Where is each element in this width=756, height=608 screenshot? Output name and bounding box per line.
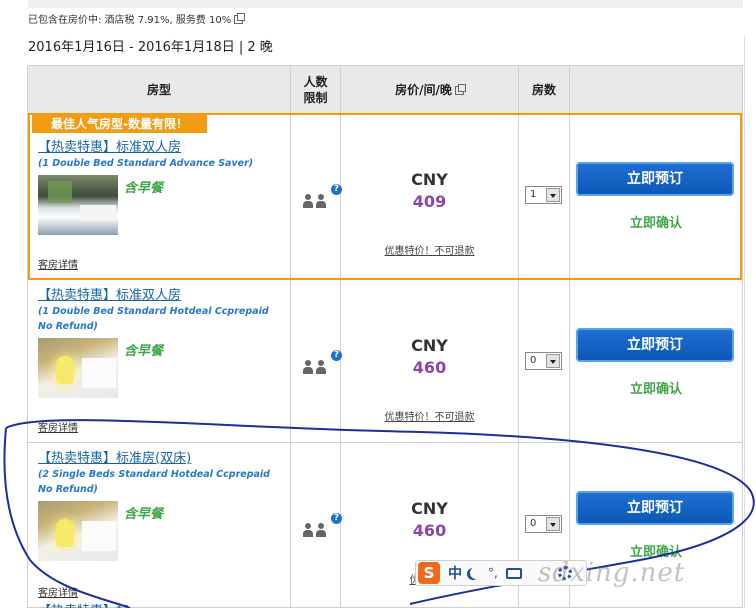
watermark: sdxing.net	[538, 558, 686, 588]
occupancy-cell: ?	[290, 279, 343, 443]
qty-value: 1	[530, 189, 537, 200]
book-cell: 立即预订 立即确认	[569, 113, 743, 280]
tax-note: 已包含在房价中: 酒店税 7.91%, 服务费 10%	[28, 11, 246, 26]
next-room-name[interactable]: 【热卖特惠】标	[38, 600, 129, 608]
room-photo[interactable]	[38, 338, 118, 398]
price-cell: CNY 409 优惠特价！不可退款	[340, 113, 519, 280]
currency: CNY	[411, 499, 448, 518]
room-details-link[interactable]: 客房详情	[38, 584, 78, 599]
currency: CNY	[411, 336, 448, 355]
table-header-row: 房型 人数限制 房价/间/晚 房数	[27, 65, 743, 114]
moon-icon[interactable]	[470, 567, 482, 579]
room-qty-select[interactable]: 1	[525, 186, 562, 204]
price-amount: 460	[412, 358, 447, 377]
ime-chinese-mode[interactable]: 中	[448, 563, 462, 583]
header-occupancy-text: 人数限制	[303, 74, 328, 105]
top-bar	[28, 0, 743, 8]
room-name-link[interactable]: 【热卖特惠】标准双人房	[38, 284, 282, 303]
room-photo[interactable]	[38, 175, 118, 235]
popup-icon[interactable]	[234, 13, 246, 24]
room-name-en: (1 Double Bed Standard Advance Saver)	[38, 158, 254, 169]
currency: CNY	[411, 170, 448, 189]
qty-cell: 0	[518, 279, 570, 443]
breakfast-label: 含早餐	[124, 181, 164, 196]
breakfast-label: 含早餐	[124, 507, 164, 522]
room-name-en: (2 Single Beds Standard Hotdeal Ccprepai…	[38, 469, 270, 495]
qty-value: 0	[530, 518, 537, 529]
keyboard-icon[interactable]	[505, 567, 522, 579]
book-cell: 立即预订 立即确认	[569, 279, 743, 443]
table-row: 【热卖特惠】标准双人房 (1 Double Bed Standard Hotde…	[27, 279, 743, 443]
header-room-type: 房型	[27, 65, 291, 114]
instant-confirm-label: 立即确认	[629, 216, 682, 231]
room-table: 房型 人数限制 房价/间/晚 房数 【热卖特惠】标准双人房 (1 Double …	[27, 65, 743, 608]
popular-room-ribbon: 最佳人气房型-数量有限！	[32, 115, 207, 133]
room-details-link[interactable]: 客房详情	[38, 256, 78, 271]
header-book	[569, 65, 743, 114]
header-occupancy: 人数限制	[290, 65, 341, 114]
breakfast-label: 含早餐	[124, 344, 164, 359]
room-details-link[interactable]: 客房详情	[38, 419, 78, 434]
qty-value: 0	[530, 355, 537, 366]
book-now-button[interactable]: 立即预订	[576, 491, 734, 525]
price-amount: 460	[412, 521, 447, 540]
book-now-button[interactable]: 立即预订	[576, 162, 734, 196]
policy-link[interactable]: 优惠特价！不可退款	[341, 242, 518, 257]
tax-note-text: 已包含在房价中: 酒店税 7.91%, 服务费 10%	[28, 15, 232, 26]
punctuation-mode[interactable]: °,	[488, 566, 498, 580]
two-person-icon: ?	[303, 184, 343, 210]
room-qty-select[interactable]: 0	[525, 352, 562, 370]
right-edge	[744, 36, 756, 608]
qty-cell: 1	[518, 113, 570, 280]
room-cell: 【热卖特惠】标准双人房 (1 Double Bed Standard Hotde…	[27, 279, 291, 443]
header-price-text: 房价/间/晚	[395, 82, 452, 97]
stay-dates: 2016年1月16日 - 2016年1月18日 | 2 晚	[28, 40, 273, 55]
book-now-button[interactable]: 立即预订	[576, 328, 734, 362]
instant-confirm-label: 立即确认	[629, 382, 682, 397]
room-cell: 【热卖特惠】标准房(双床) (2 Single Beds Standard Ho…	[27, 442, 291, 608]
two-person-icon: ?	[303, 513, 343, 539]
policy-link[interactable]: 优惠特价！不可退款	[341, 408, 518, 423]
occupancy-cell: ?	[290, 113, 343, 280]
price-amount: 409	[412, 192, 447, 211]
popup-icon[interactable]	[454, 83, 466, 95]
occupancy-cell: ?	[290, 442, 343, 608]
chevron-down-icon[interactable]	[546, 517, 560, 531]
header-price: 房价/间/晚	[340, 65, 519, 114]
sogou-logo-icon[interactable]: S	[418, 562, 440, 584]
two-person-icon: ?	[303, 350, 343, 376]
room-cell: 【热卖特惠】标准双人房 (1 Double Bed Standard Advan…	[27, 113, 291, 280]
price-cell: CNY 460 优惠特价！不可退款	[340, 279, 519, 443]
chevron-down-icon[interactable]	[546, 188, 560, 202]
chevron-down-icon[interactable]	[546, 354, 560, 368]
header-rooms: 房数	[518, 65, 570, 114]
room-qty-select[interactable]: 0	[525, 515, 562, 533]
table-row: 【热卖特惠】标准双人房 (1 Double Bed Standard Advan…	[27, 113, 743, 280]
room-name-link[interactable]: 【热卖特惠】标准双人房	[38, 136, 282, 155]
room-photo[interactable]	[38, 501, 118, 561]
room-name-link[interactable]: 【热卖特惠】标准房(双床)	[38, 447, 282, 466]
room-name-en: (1 Double Bed Standard Hotdeal Ccprepaid…	[38, 306, 269, 332]
